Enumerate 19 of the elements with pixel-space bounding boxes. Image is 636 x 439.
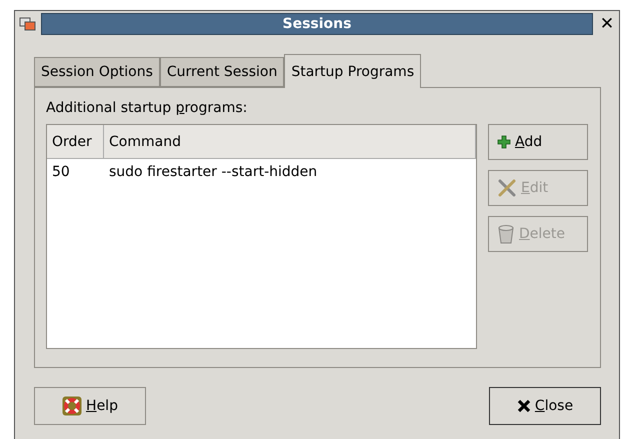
column-header[interactable]: Order bbox=[47, 125, 104, 158]
tools-icon bbox=[497, 178, 517, 198]
tab[interactable]: Current Session bbox=[160, 57, 284, 87]
trash-icon bbox=[497, 224, 515, 244]
column-header[interactable]: Command bbox=[104, 125, 476, 158]
tab[interactable]: Session Options bbox=[34, 57, 160, 87]
window-title: Sessions bbox=[41, 13, 593, 35]
add-button[interactable]: Add bbox=[488, 124, 588, 160]
plus-icon bbox=[497, 135, 511, 149]
section-label: Additional startup programs: bbox=[46, 100, 248, 116]
app-icon bbox=[19, 15, 37, 33]
help-button[interactable]: Help bbox=[34, 387, 146, 425]
close-icon bbox=[516, 399, 531, 413]
table-cell-text: sudo firestarter --start-hidden bbox=[108, 164, 318, 180]
close-button[interactable]: Close bbox=[489, 387, 601, 425]
close-button[interactable]: ✕ bbox=[597, 14, 617, 34]
table-cell-text: 50 bbox=[51, 164, 71, 180]
tab[interactable]: Startup Programs bbox=[284, 54, 422, 88]
lifebuoy-icon bbox=[62, 396, 82, 416]
